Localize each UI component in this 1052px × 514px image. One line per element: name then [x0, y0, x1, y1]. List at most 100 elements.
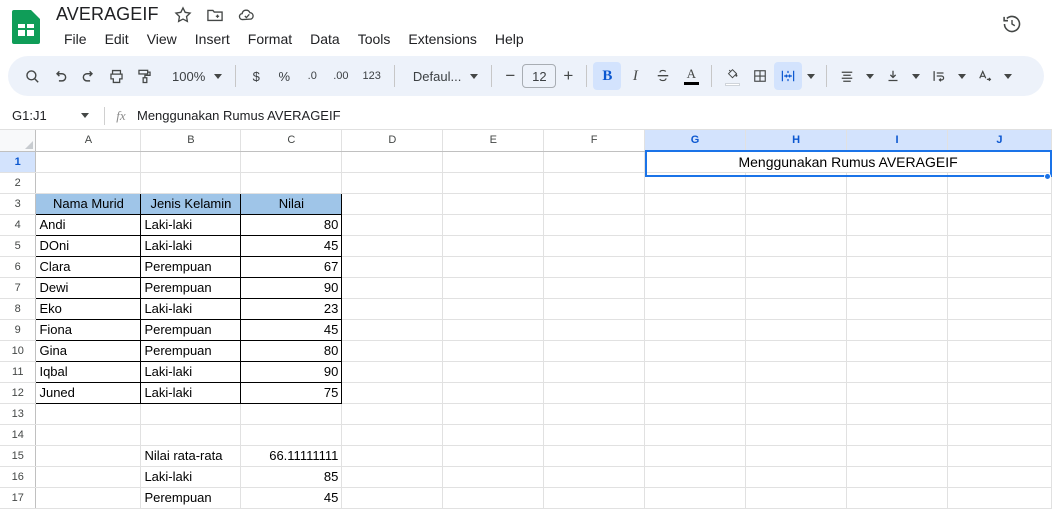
chevron-down-icon[interactable] [866, 73, 875, 79]
cell-a14[interactable] [35, 424, 142, 446]
paint-format-icon[interactable] [130, 62, 158, 90]
cell-d10[interactable] [341, 340, 444, 362]
row-header-14[interactable]: 14 [0, 424, 37, 446]
cell-j3[interactable] [947, 193, 1052, 215]
cell-e13[interactable] [442, 403, 545, 425]
cell-d14[interactable] [341, 424, 444, 446]
cell-b9[interactable]: Perempuan [140, 318, 242, 341]
cell-e8[interactable] [442, 298, 545, 320]
font-family-dropdown[interactable]: Defaul... [401, 62, 485, 90]
cell-e16[interactable] [442, 466, 545, 488]
cell-i7[interactable] [846, 277, 948, 299]
cell-b7[interactable]: Perempuan [140, 276, 242, 299]
menu-item-insert[interactable]: Insert [187, 29, 238, 49]
menu-item-tools[interactable]: Tools [350, 29, 399, 49]
cell-i14[interactable] [846, 424, 948, 446]
cell-j17[interactable] [947, 487, 1052, 509]
fill-color-icon[interactable] [718, 62, 746, 90]
cell-h17[interactable] [745, 487, 848, 509]
cell-f10[interactable] [543, 340, 646, 362]
cell-f5[interactable] [543, 235, 646, 257]
cell-i4[interactable] [846, 214, 948, 236]
row-header-1[interactable]: 1 [0, 151, 37, 173]
row-header-4[interactable]: 4 [0, 214, 37, 236]
column-header-e[interactable]: E [442, 130, 545, 152]
cell-h13[interactable] [745, 403, 848, 425]
cell-h11[interactable] [745, 361, 848, 383]
cell-a15[interactable] [35, 445, 142, 467]
cell-c17-perempuan-value[interactable]: 45 [240, 487, 343, 509]
cell-h8[interactable] [745, 298, 848, 320]
cell-c6[interactable]: 67 [240, 255, 343, 278]
menu-item-edit[interactable]: Edit [97, 29, 137, 49]
cell-i3[interactable] [846, 193, 948, 215]
cell-i8[interactable] [846, 298, 948, 320]
cell-h10[interactable] [745, 340, 848, 362]
cell-a2[interactable] [35, 172, 142, 194]
column-header-j[interactable]: J [947, 130, 1052, 152]
cell-c9[interactable]: 45 [240, 318, 343, 341]
row-header-15[interactable]: 15 [0, 445, 37, 467]
formula-input[interactable]: Menggunakan Rumus AVERAGEIF [131, 108, 1052, 123]
cell-g14[interactable] [644, 424, 747, 446]
cell-b17-perempuan-label[interactable]: Perempuan [140, 487, 242, 509]
more-formats-button[interactable]: 123 [356, 62, 388, 90]
bold-button[interactable]: B [593, 62, 622, 90]
cell-b3-jenis-kelamin-header[interactable]: Jenis Kelamin [140, 192, 242, 215]
cell-i10[interactable] [846, 340, 948, 362]
cell-g17[interactable] [644, 487, 747, 509]
cell-d9[interactable] [341, 319, 444, 341]
cell-j11[interactable] [947, 361, 1052, 383]
menu-item-view[interactable]: View [139, 29, 185, 49]
cell-j8[interactable] [947, 298, 1052, 320]
row-header-16[interactable]: 16 [0, 466, 37, 488]
vertical-align-icon[interactable] [879, 62, 907, 90]
cell-b8[interactable]: Laki-laki [140, 297, 242, 320]
chevron-down-icon[interactable] [1004, 73, 1013, 79]
cell-f14[interactable] [543, 424, 646, 446]
cell-b4[interactable]: Laki-laki [140, 213, 242, 236]
star-icon[interactable] [173, 5, 193, 25]
decrease-decimal-button[interactable]: .0 [298, 62, 326, 90]
cell-e10[interactable] [442, 340, 545, 362]
strikethrough-icon[interactable] [649, 62, 677, 90]
cell-d1[interactable] [341, 151, 444, 173]
cell-e15[interactable] [442, 445, 545, 467]
cell-e3[interactable] [442, 193, 545, 215]
cell-d12[interactable] [341, 382, 444, 404]
chevron-down-icon[interactable] [807, 73, 816, 79]
cell-g10[interactable] [644, 340, 747, 362]
cell-c5[interactable]: 45 [240, 234, 343, 257]
cell-h6[interactable] [745, 256, 848, 278]
cell-e14[interactable] [442, 424, 545, 446]
column-header-i[interactable]: I [846, 130, 948, 152]
cell-g9[interactable] [644, 319, 747, 341]
column-header-b[interactable]: B [140, 130, 242, 152]
row-header-5[interactable]: 5 [0, 235, 37, 257]
cell-h14[interactable] [745, 424, 848, 446]
cell-e17[interactable] [442, 487, 545, 509]
cell-a10[interactable]: Gina [35, 339, 142, 362]
currency-format-button[interactable]: $ [242, 62, 270, 90]
cell-c14[interactable] [240, 424, 343, 446]
row-header-8[interactable]: 8 [0, 298, 37, 320]
spreadsheet-grid[interactable]: A B C D E F G H I J 1 Menggunakan Rumus … [0, 130, 1052, 510]
cell-d4[interactable] [341, 214, 444, 236]
print-icon[interactable] [102, 62, 130, 90]
cell-d3[interactable] [341, 193, 444, 215]
cell-g6[interactable] [644, 256, 747, 278]
cell-b10[interactable]: Perempuan [140, 339, 242, 362]
cloud-saved-icon[interactable] [237, 5, 257, 25]
cell-d15[interactable] [341, 445, 444, 467]
cell-g2[interactable] [644, 172, 747, 194]
cell-e4[interactable] [442, 214, 545, 236]
version-history-icon[interactable] [998, 10, 1026, 38]
increase-font-size-button[interactable]: + [556, 63, 580, 89]
column-header-c[interactable]: C [240, 130, 343, 152]
cell-b5[interactable]: Laki-laki [140, 234, 242, 257]
cell-f13[interactable] [543, 403, 646, 425]
zoom-dropdown[interactable]: 100% [160, 62, 229, 90]
cell-b11[interactable]: Laki-laki [140, 360, 242, 383]
cell-g12[interactable] [644, 382, 747, 404]
cell-i11[interactable] [846, 361, 948, 383]
